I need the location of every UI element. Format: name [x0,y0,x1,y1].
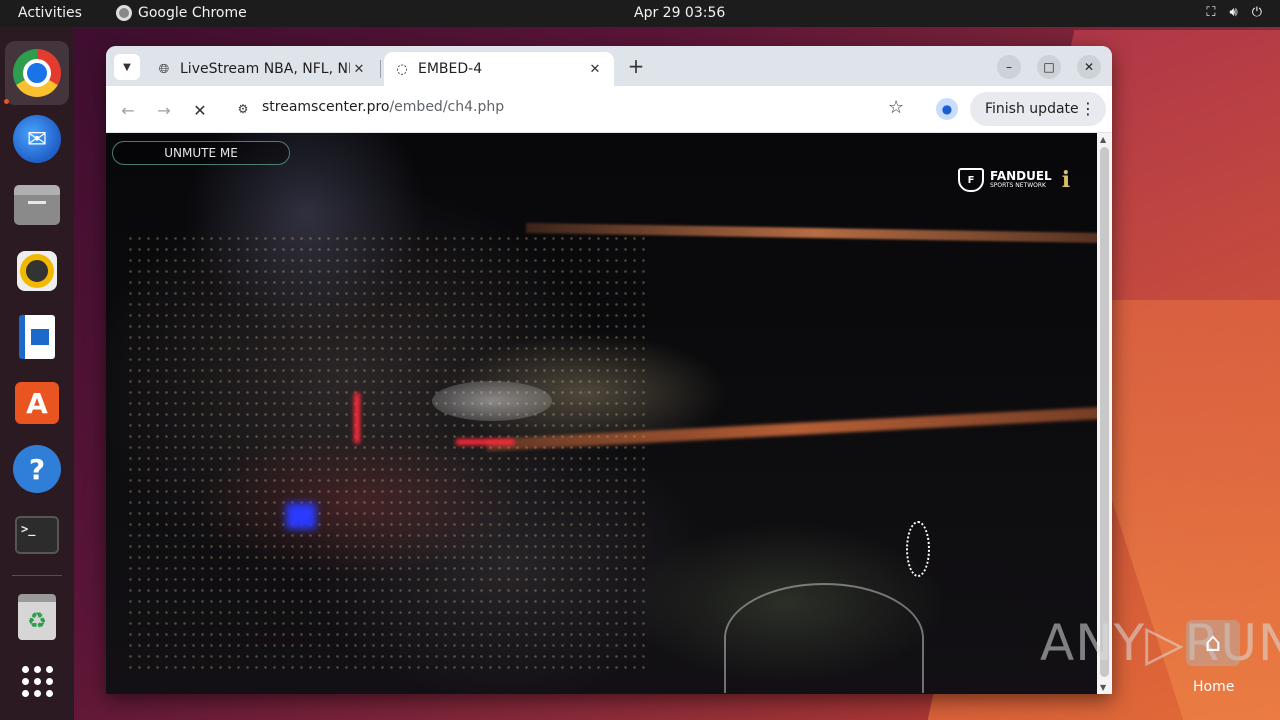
top-bar: Activities Google Chrome Apr 29 03:56 ⛶ … [0,0,1280,27]
home-folder-icon[interactable]: ⌂ [1186,620,1240,666]
close-tab-icon[interactable]: ✕ [350,62,368,77]
finish-update-label: Finish update [985,101,1079,117]
dock-separator [12,575,62,576]
url-path: /embed/ch4.php [389,99,505,115]
network-icon: ⛶ [1206,5,1216,20]
close-window-button[interactable]: ✕ [1077,55,1101,79]
fanduel-logo: F FANDUEL SPORTS NETWORK i [958,167,1070,193]
tab-strip: ▼ 🌐︎ LiveStream NBA, NFL, NHL ✕ ◌ EMBED-… [106,46,1112,86]
dock-item-chrome[interactable] [5,41,69,105]
bookmark-star-icon[interactable]: ☆ [888,97,904,118]
dock-item-terminal[interactable]: >_ [5,503,69,567]
anyrun-watermark: ANY▷RUN [1040,614,1280,672]
files-icon [14,185,60,225]
dock-item-thunderbird[interactable]: ✉ [5,107,69,171]
app-grid-icon [21,665,53,697]
chrome-icon [116,5,132,21]
thunderbird-icon: ✉ [13,115,61,163]
volume-icon: 🔊︎ [1229,5,1238,20]
brand-name: FANDUEL [990,169,1052,183]
help-icon: ? [13,445,61,493]
close-tab-icon[interactable]: ✕ [586,62,604,77]
scrollbar[interactable]: ▲ ▼ [1097,133,1112,694]
trophy-icon: i [1061,167,1071,193]
stop-loading-button[interactable]: ✕ [188,98,212,122]
globe-icon: 🌐︎ [158,61,170,77]
unmute-button[interactable]: UNMUTE ME [112,141,290,165]
maximize-button[interactable]: □ [1037,55,1061,79]
tab-separator [380,60,381,78]
site-info-icon[interactable]: ⚙ [232,98,254,120]
video-player[interactable]: UNMUTE ME F FANDUEL SPORTS NETWORK i [106,133,1097,694]
toolbar: ← → ✕ ⚙ streamscenter.pro/embed/ch4.php … [106,86,1112,132]
minimize-button[interactable]: – [997,55,1021,79]
fanduel-shield-icon: F [958,168,984,192]
chevron-down-icon: ▼ [123,61,131,73]
loading-icon: ◌ [396,61,408,77]
forward-button[interactable]: → [152,98,176,122]
app-name-label: Google Chrome [138,5,247,21]
tab-title: LiveStream NBA, NFL, NHL [180,61,350,77]
dock: ✉ A ? >_ ♻ [0,27,74,720]
address-bar[interactable]: streamscenter.pro/embed/ch4.php [262,99,504,115]
scroll-down-icon[interactable]: ▼ [1100,683,1106,692]
software-store-icon: A [15,382,59,424]
dock-item-writer[interactable] [5,305,69,369]
show-apps-button[interactable] [5,649,69,713]
city-lights [126,233,646,673]
running-indicator [4,99,9,104]
scroll-thumb[interactable] [1100,147,1109,677]
profile-icon[interactable]: ● [936,98,958,120]
menu-dots-icon: ⋮ [1080,99,1096,118]
rhythmbox-icon [17,251,57,291]
dock-item-rhythmbox[interactable] [5,239,69,303]
system-tray[interactable]: ⛶ 🔊︎ ⏻ [1206,5,1262,20]
writer-icon [19,315,55,359]
red-light [354,393,360,443]
park-outline [724,583,924,693]
finish-update-button[interactable]: Finish update ⋮ [970,92,1106,126]
brand-sub: SPORTS NETWORK [990,182,1046,189]
terminal-icon: >_ [15,516,59,554]
arena [432,381,552,421]
dock-item-software[interactable]: A [5,371,69,435]
dock-item-trash[interactable]: ♻ [5,585,69,649]
power-icon: ⏻ [1251,5,1262,20]
dock-item-help[interactable]: ? [5,437,69,501]
dock-item-files[interactable] [5,173,69,237]
clock[interactable]: Apr 29 03:56 [634,5,725,21]
tab-search-button[interactable]: ▼ [114,54,140,80]
chrome-icon [13,49,61,97]
tab-title: EMBED-4 [418,61,483,77]
home-label: Home [1193,679,1235,695]
ferris-wheel [906,521,930,577]
url-host: streamscenter.pro [262,99,390,115]
trash-icon: ♻ [18,594,56,640]
chrome-window: ▼ 🌐︎ LiveStream NBA, NFL, NHL ✕ ◌ EMBED-… [106,46,1112,694]
scroll-up-icon[interactable]: ▲ [1100,135,1106,144]
new-tab-button[interactable]: + [624,54,648,78]
tab-livestream[interactable]: 🌐︎ LiveStream NBA, NFL, NHL ✕ [146,52,378,86]
tab-embed[interactable]: ◌ EMBED-4 ✕ [384,52,614,86]
app-menu[interactable]: Google Chrome [116,5,247,21]
back-button[interactable]: ← [116,98,140,122]
blue-light [286,503,316,529]
activities-button[interactable]: Activities [18,5,82,21]
red-light [456,439,514,445]
